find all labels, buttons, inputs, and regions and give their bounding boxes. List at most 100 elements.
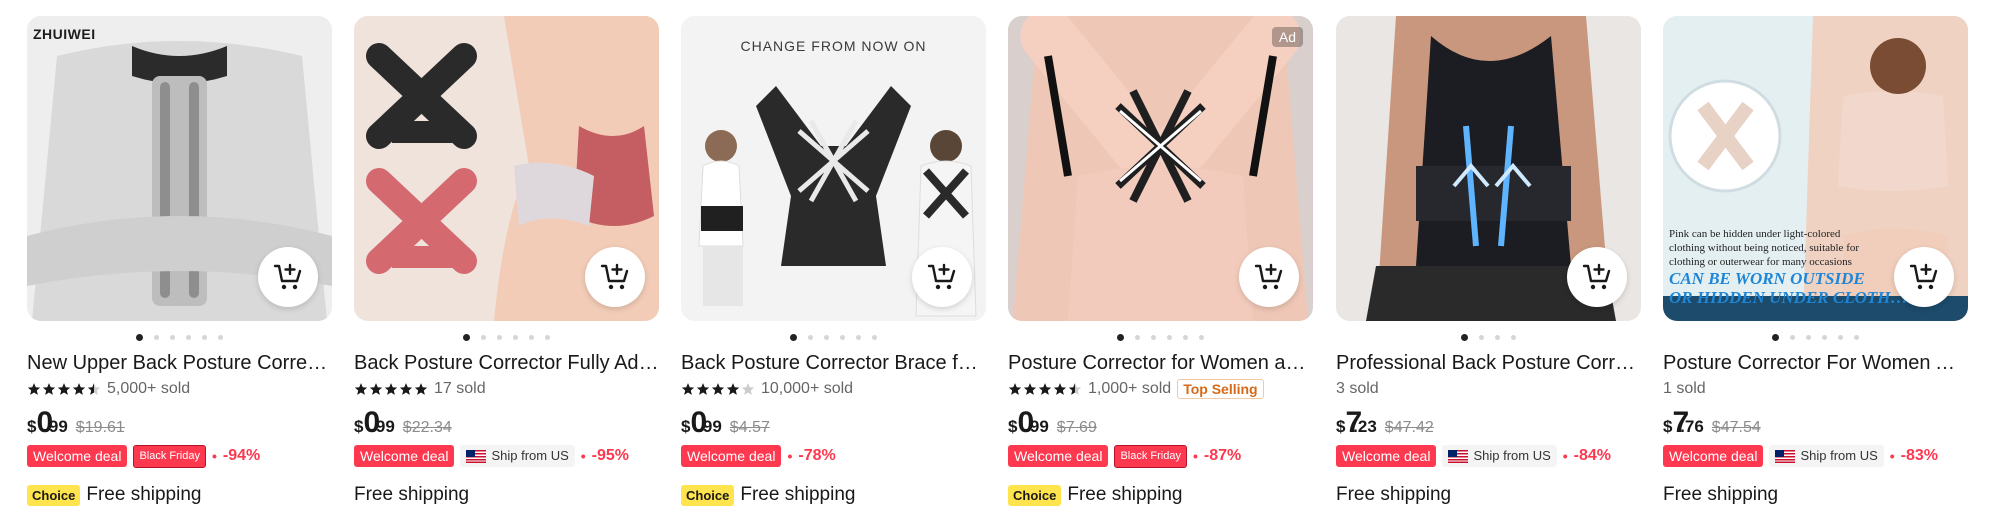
- star-icon: [711, 383, 725, 395]
- product-title[interactable]: Posture Corrector For Women A…: [1663, 350, 1968, 376]
- product-card[interactable]: Professional Back Posture Corre… 3 sold …: [1336, 16, 1641, 506]
- dot[interactable]: [1167, 334, 1172, 340]
- star-icon: [1023, 383, 1037, 395]
- star-icon: [681, 383, 695, 395]
- add-to-cart-button[interactable]: [585, 247, 645, 307]
- dot[interactable]: [1495, 334, 1500, 340]
- product-card[interactable]: Ad Posture Corrector for Women a… 1,000+…: [1008, 16, 1313, 506]
- dot[interactable]: [824, 334, 829, 340]
- dot[interactable]: [202, 334, 207, 340]
- image-overlay-headline: CAN BE WORN OUTSIDE OR HIDDEN UNDER CLOT…: [1669, 269, 1908, 307]
- dot[interactable]: [529, 334, 534, 340]
- choice-badge: Choice: [27, 484, 81, 506]
- dot[interactable]: [497, 334, 502, 340]
- rating-row: 3 sold: [1336, 378, 1641, 400]
- image-pagination[interactable]: [681, 328, 986, 346]
- dot[interactable]: [1135, 334, 1140, 340]
- price-row: $7.76 $47.54: [1663, 406, 1968, 440]
- separator-dot: •: [580, 448, 586, 464]
- shipping-row: Free shipping: [1336, 482, 1641, 508]
- dot[interactable]: [463, 333, 470, 341]
- discount-percent: -84%: [1573, 447, 1612, 464]
- us-flag-icon: [466, 449, 487, 463]
- dot[interactable]: [218, 334, 223, 340]
- choice-badge: Choice: [681, 484, 735, 506]
- dot[interactable]: [790, 333, 797, 341]
- product-title[interactable]: Back Posture Corrector Brace fo…: [681, 350, 986, 376]
- add-to-cart-button[interactable]: [1567, 247, 1627, 307]
- dot[interactable]: [1511, 334, 1516, 340]
- star-icon: [27, 383, 41, 395]
- dot[interactable]: [1183, 334, 1188, 340]
- product-image[interactable]: ZHUIWEI: [27, 16, 332, 321]
- dot[interactable]: [1151, 334, 1156, 340]
- product-card[interactable]: Back Posture Corrector Fully Adj… 17 sol…: [354, 16, 659, 506]
- star-icon: [414, 383, 428, 395]
- price-row: $0.99 $19.61: [27, 406, 332, 440]
- product-title[interactable]: Professional Back Posture Corre…: [1336, 350, 1641, 376]
- dot[interactable]: [513, 334, 518, 340]
- image-pagination[interactable]: [1663, 328, 1968, 346]
- dot[interactable]: [856, 334, 861, 340]
- us-flag-icon: [1448, 449, 1469, 463]
- dot[interactable]: [186, 334, 191, 340]
- ship-from-badge: Ship from US: [460, 445, 575, 467]
- product-card[interactable]: Pink can be hidden under light-colored c…: [1663, 16, 1968, 506]
- add-to-cart-button[interactable]: [1239, 247, 1299, 307]
- product-title[interactable]: Posture Corrector for Women a…: [1008, 350, 1313, 376]
- star-rating: [27, 382, 101, 396]
- product-card[interactable]: CHANGE FROM NOW ON Back Posture Correcto…: [681, 16, 986, 506]
- dot[interactable]: [170, 334, 175, 340]
- image-pagination[interactable]: [354, 328, 659, 346]
- dot[interactable]: [1854, 334, 1859, 340]
- image-pagination[interactable]: [1008, 328, 1313, 346]
- cart-plus-icon: [927, 263, 956, 290]
- add-to-cart-button[interactable]: [912, 247, 972, 307]
- shipping-label: Free shipping: [86, 484, 202, 505]
- product-image[interactable]: CHANGE FROM NOW ON: [681, 16, 986, 321]
- dot[interactable]: [154, 334, 159, 340]
- original-price: $22.34: [402, 419, 452, 436]
- image-pagination[interactable]: [1336, 328, 1641, 346]
- dot[interactable]: [1790, 334, 1795, 340]
- separator-dot: •: [1562, 448, 1568, 464]
- original-price: $19.61: [75, 419, 125, 436]
- dot[interactable]: [1822, 334, 1827, 340]
- product-image[interactable]: [354, 16, 659, 321]
- product-image[interactable]: Pink can be hidden under light-colored c…: [1663, 16, 1968, 321]
- rating-row: 5,000+ sold: [27, 378, 332, 400]
- price-decimal: .99: [44, 417, 68, 436]
- dot[interactable]: [545, 334, 550, 340]
- choice-badge: Choice: [1008, 484, 1062, 506]
- product-title[interactable]: Back Posture Corrector Fully Adj…: [354, 350, 659, 376]
- shipping-label: Free shipping: [354, 484, 470, 505]
- dot[interactable]: [136, 333, 143, 341]
- dot[interactable]: [1806, 334, 1811, 340]
- welcome-deal-badge: Welcome deal: [681, 445, 782, 467]
- product-image[interactable]: Ad: [1008, 16, 1313, 321]
- dot[interactable]: [808, 334, 813, 340]
- rating-row: 1 sold: [1663, 378, 1968, 400]
- dot[interactable]: [872, 334, 877, 340]
- dot[interactable]: [1117, 333, 1124, 341]
- add-to-cart-button[interactable]: [1894, 247, 1954, 307]
- ad-label: Ad: [1271, 27, 1303, 47]
- sold-count: 3 sold: [1336, 380, 1379, 397]
- product-card[interactable]: ZHUIWEI New Upper Back Posture Correc… 5…: [27, 16, 332, 506]
- dot[interactable]: [1199, 334, 1204, 340]
- dot[interactable]: [1772, 333, 1779, 341]
- dot[interactable]: [1461, 333, 1468, 341]
- dot[interactable]: [481, 334, 486, 340]
- image-headline: CHANGE FROM NOW ON: [740, 38, 927, 54]
- image-pagination[interactable]: [27, 328, 332, 346]
- product-image[interactable]: [1336, 16, 1641, 321]
- add-to-cart-button[interactable]: [258, 247, 318, 307]
- dot[interactable]: [1479, 334, 1484, 340]
- price-decimal: .99: [1025, 417, 1049, 436]
- dot[interactable]: [840, 334, 845, 340]
- shipping-row: Free shipping: [1663, 482, 1968, 508]
- star-rating: [681, 382, 755, 396]
- price-decimal: .99: [371, 417, 395, 436]
- dot[interactable]: [1838, 334, 1843, 340]
- product-title[interactable]: New Upper Back Posture Correc…: [27, 350, 332, 376]
